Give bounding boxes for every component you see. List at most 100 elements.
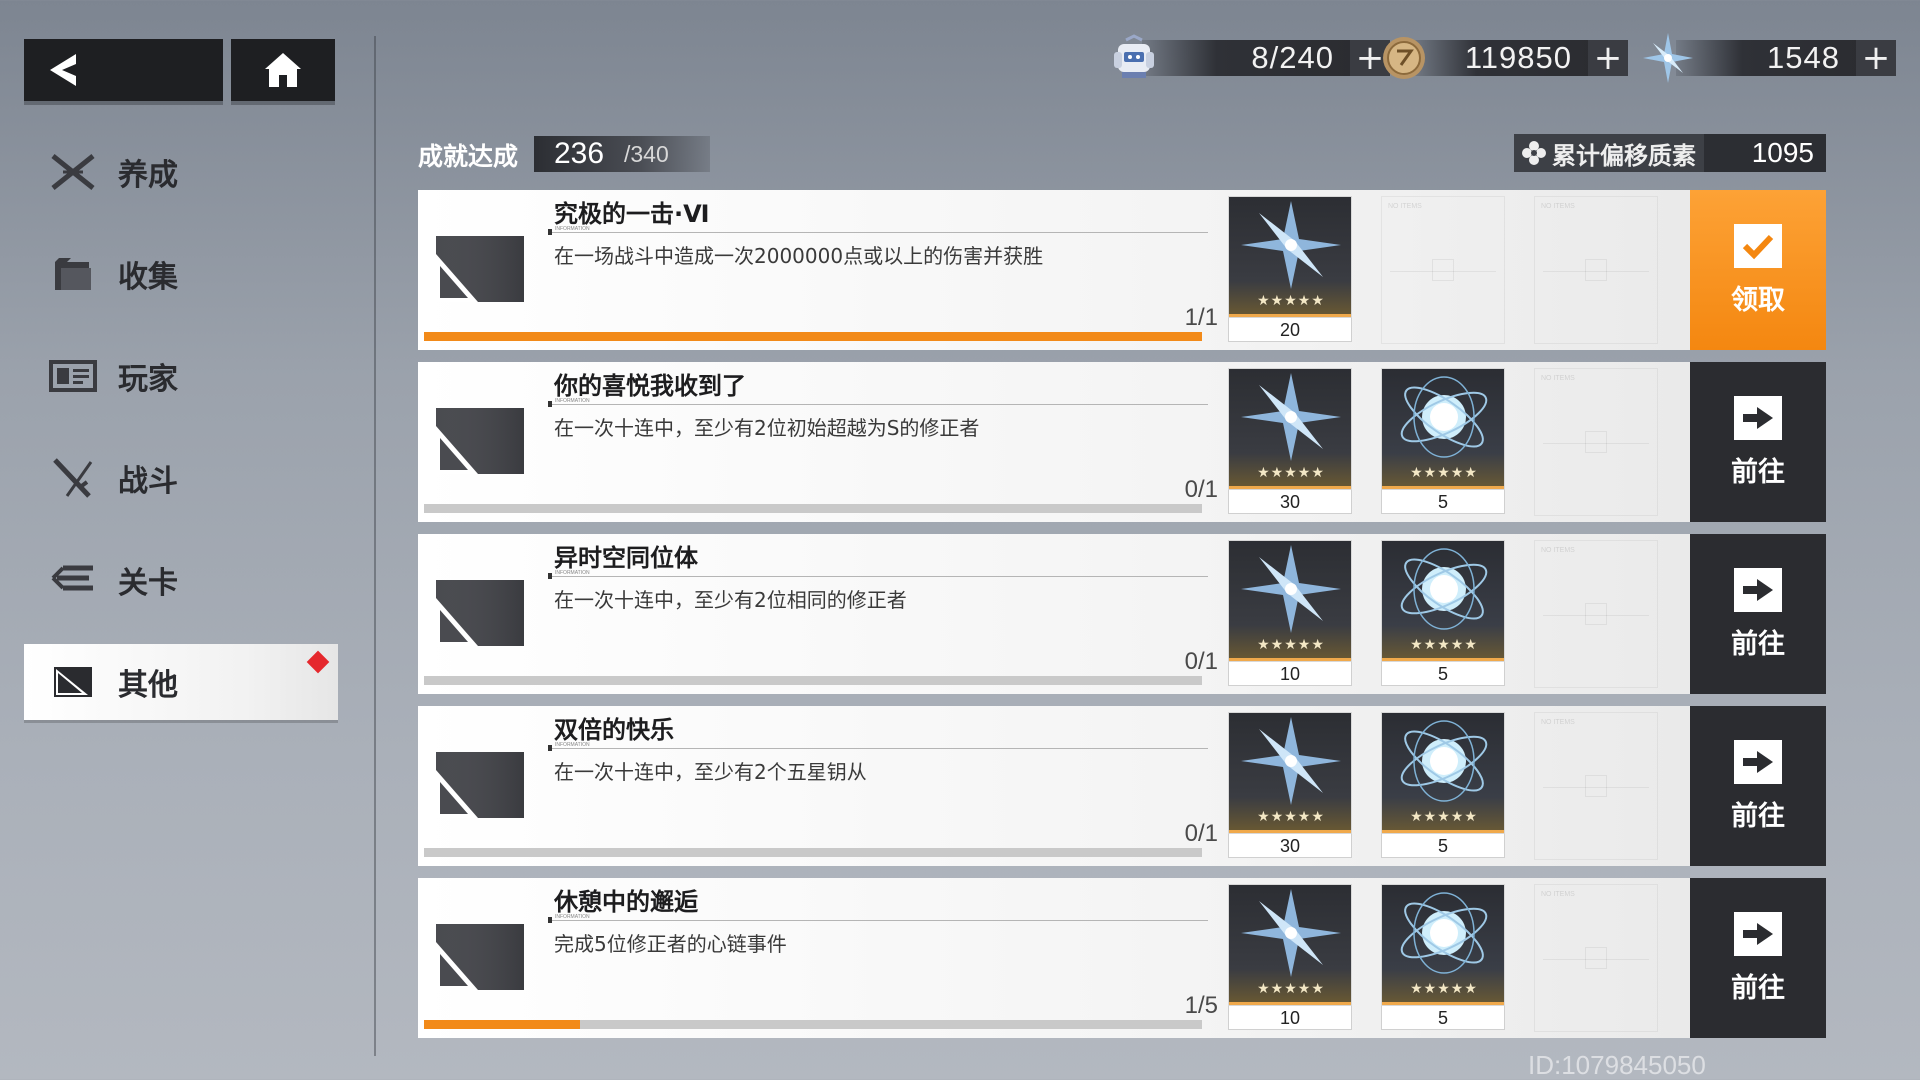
empty-slot-text: NO ITEMS (1541, 547, 1575, 554)
stamina-value: 8/240 (1251, 40, 1334, 75)
go-to-button[interactable]: 前往 (1690, 878, 1826, 1038)
achievement-progress-bar (424, 504, 1202, 513)
achievement-description: 完成5位修正者的心链事件 (554, 932, 787, 956)
achievement-title: 你的喜悦我收到了 (554, 372, 746, 400)
achievement-count: 0/1 (1184, 648, 1218, 675)
achievement-title: 双倍的快乐 (554, 716, 674, 744)
sidebar-item-label: 战斗 (118, 464, 178, 499)
reward-stars: ★★★★★ (1257, 981, 1325, 997)
energy-orb-icon: ★★★★★ (1381, 712, 1505, 834)
reward-item[interactable]: ★★★★★ 30 (1228, 712, 1352, 860)
reward-item[interactable]: ★★★★★ 5 (1381, 884, 1505, 1032)
reward-quantity: 10 (1228, 1006, 1352, 1030)
reward-item[interactable]: ★★★★★ 5 (1381, 712, 1505, 860)
checkmark-icon (1734, 223, 1782, 268)
achievement-total: /340 (624, 140, 669, 167)
go-to-button[interactable]: 前往 (1690, 534, 1826, 694)
empty-slot-text: NO ITEMS (1541, 719, 1575, 726)
achievement-progress-bar (424, 676, 1202, 685)
arrow-right-icon (1734, 739, 1782, 784)
achievement-list: 究极的一击·Ⅵ INFORMATION 在一场战斗中造成一次2000000点或以… (418, 190, 1826, 1050)
back-arrow-icon (50, 54, 76, 86)
achievement-title: 异时空同位体 (554, 544, 698, 572)
achievement-card: 究极的一击·Ⅵ INFORMATION 在一场战斗中造成一次2000000点或以… (418, 190, 1690, 350)
achievement-thumbnail (430, 214, 530, 314)
empty-slot-text: NO ITEMS (1388, 203, 1422, 210)
energy-orb-icon: ★★★★★ (1381, 540, 1505, 662)
swords-icon (48, 456, 98, 500)
reward-stars: ★★★★★ (1257, 637, 1325, 653)
achievement-thumbnail (430, 558, 530, 658)
reward-item[interactable]: ★★★★★ 10 (1228, 540, 1352, 688)
sidebar-item-battle[interactable]: 战斗 (24, 440, 338, 516)
sidebar-item-label: 养成 (118, 158, 178, 193)
reward-item[interactable]: ★★★★★ 5 (1381, 540, 1505, 688)
action-label: 前往 (1731, 628, 1785, 660)
achievement-current: 236 (553, 137, 605, 170)
user-id: ID:1079845050 (1528, 1050, 1706, 1080)
action-label: 前往 (1731, 972, 1785, 1004)
achievement-micro-label: INFORMATION (555, 914, 590, 920)
back-button[interactable] (24, 39, 223, 101)
home-button[interactable] (231, 39, 335, 101)
achievement-title: 休憩中的邂逅 (554, 888, 698, 916)
add-gold-button[interactable]: + (1588, 38, 1628, 78)
reward-quantity: 5 (1381, 834, 1505, 858)
achievement-progress-bar (424, 332, 1202, 341)
achievement-description: 在一场战斗中造成一次2000000点或以上的伤害并获胜 (554, 244, 1044, 268)
reward-stars: ★★★★★ (1257, 465, 1325, 481)
flag-icon (48, 660, 98, 704)
sidebar-item-cultivate[interactable]: 养成 (24, 134, 338, 210)
reward-item[interactable]: ★★★★★ 30 (1228, 368, 1352, 516)
empty-reward-slot: NO ITEMS (1534, 196, 1658, 344)
sidebar-nav: 养成 收集 玩家 战斗 关卡 其他 (24, 134, 338, 746)
achievement-progress: 236 /340 (534, 136, 710, 172)
add-crystal-button[interactable]: + (1856, 38, 1896, 78)
gold-coin-icon (1376, 30, 1432, 86)
sidebar-item-collect[interactable]: 收集 (24, 236, 338, 312)
crystal-star-icon: ★★★★★ (1228, 712, 1352, 834)
achievement-card: 双倍的快乐 INFORMATION 在一次十连中，至少有2个五星钥从 0/1 ★… (418, 706, 1690, 866)
empty-reward-slot: NO ITEMS (1534, 368, 1658, 516)
title-divider (548, 229, 1208, 235)
go-to-button[interactable]: 前往 (1690, 706, 1826, 866)
achievement-count: 0/1 (1184, 820, 1218, 847)
reward-stars: ★★★★★ (1410, 465, 1478, 481)
reward-item[interactable]: ★★★★★ 20 (1228, 196, 1352, 344)
arrow-right-icon (1734, 911, 1782, 956)
clover-icon (1522, 141, 1546, 165)
achievement-description: 在一次十连中，至少有2个五星钥从 (554, 760, 867, 784)
achievement-progress-bar (424, 848, 1202, 857)
energy-orb-icon: ★★★★★ (1381, 368, 1505, 490)
reward-quantity: 5 (1381, 1006, 1505, 1030)
empty-reward-slot: NO ITEMS (1534, 712, 1658, 860)
reward-item[interactable]: ★★★★★ 10 (1228, 884, 1352, 1032)
claim-button[interactable]: 领取 (1690, 190, 1826, 350)
sidebar-item-label: 玩家 (118, 362, 178, 397)
reward-stars: ★★★★★ (1410, 981, 1478, 997)
sidebar-item-stages[interactable]: 关卡 (24, 542, 338, 618)
reward-stars: ★★★★★ (1410, 809, 1478, 825)
achievement-thumbnail (430, 386, 530, 486)
achievement-count: 1/1 (1184, 304, 1218, 331)
empty-reward-slot: NO ITEMS (1534, 540, 1658, 688)
sidebar-item-other[interactable]: 其他 (24, 644, 338, 720)
crossed-blades-icon (48, 150, 98, 194)
empty-slot-text: NO ITEMS (1541, 203, 1575, 210)
empty-reward-slot: NO ITEMS (1381, 196, 1505, 344)
notification-dot (306, 650, 330, 674)
achievement-description: 在一次十连中，至少有2位相同的修正者 (554, 588, 907, 612)
title-divider (548, 745, 1208, 751)
reward-quantity: 5 (1381, 490, 1505, 514)
achievement-description: 在一次十连中，至少有2位初始超越为S的修正者 (554, 416, 980, 440)
go-to-button[interactable]: 前往 (1690, 362, 1826, 522)
action-label: 前往 (1731, 456, 1785, 488)
achievement-label: 成就达成 (418, 142, 519, 171)
reward-stars: ★★★★★ (1257, 293, 1325, 309)
reward-item[interactable]: ★★★★★ 5 (1381, 368, 1505, 516)
achievement-count: 0/1 (1184, 476, 1218, 503)
reward-quantity: 30 (1228, 834, 1352, 858)
arrow-right-icon (1734, 567, 1782, 612)
sidebar-item-player[interactable]: 玩家 (24, 338, 338, 414)
home-icon (265, 53, 301, 87)
